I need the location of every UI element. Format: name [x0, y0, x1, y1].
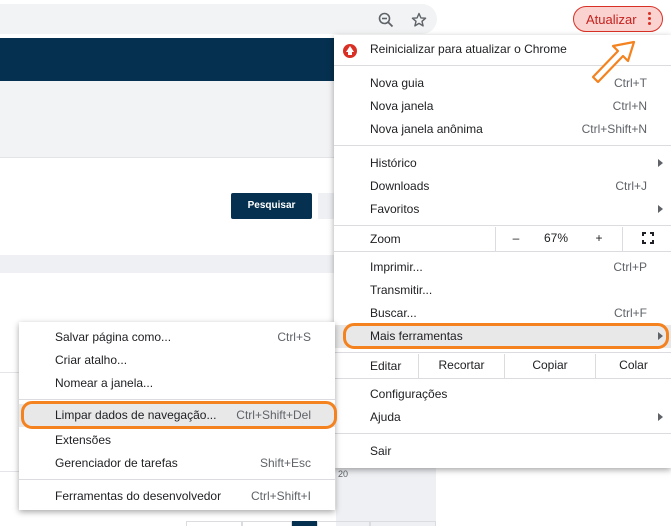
menu-item-save-page[interactable]: Salvar página como... Ctrl+S — [19, 326, 335, 349]
copy-button[interactable]: Copiar — [504, 354, 595, 378]
search-button[interactable]: Pesquisar — [231, 193, 312, 219]
page-list-lines — [0, 372, 20, 472]
menu-item-shortcut: Shift+Esc — [259, 456, 311, 470]
menu-item-shortcut: Ctrl+Shift+Del — [236, 408, 311, 422]
menu-item-new-window[interactable]: Nova janela Ctrl+N — [334, 95, 671, 118]
menu-item-label: Sair — [370, 444, 392, 458]
menu-item-shortcut: Ctrl+N — [612, 99, 647, 113]
menu-item-create-shortcut[interactable]: Criar atalho... — [19, 349, 335, 372]
menu-item-label: Downloads — [370, 179, 430, 193]
zoom-out-icon[interactable] — [378, 12, 394, 28]
update-arrow-icon — [343, 44, 357, 58]
menu-item-find[interactable]: Buscar... Ctrl+F — [334, 302, 671, 325]
menu-item-label: Nomear a janela... — [55, 376, 154, 390]
menu-item-shortcut: Ctrl+F — [614, 306, 647, 320]
menu-item-cast[interactable]: Transmitir... — [334, 279, 671, 302]
fullscreen-icon — [642, 232, 654, 244]
menu-item-developer-tools[interactable]: Ferramentas do desenvolvedor Ctrl+Shift+… — [19, 485, 335, 508]
submenu-arrow-icon — [658, 413, 663, 421]
menu-item-history[interactable]: Histórico — [334, 152, 671, 175]
menu-item-incognito[interactable]: Nova janela anônima Ctrl+Shift+N — [334, 118, 671, 141]
menu-item-shortcut: Ctrl+P — [613, 260, 647, 274]
pointer-arrow-icon — [591, 40, 636, 84]
menu-item-task-manager[interactable]: Gerenciador de tarefas Shift+Esc — [19, 452, 335, 475]
zoom-in-button[interactable]: + — [576, 227, 622, 251]
menu-item-shortcut: Ctrl+Shift+N — [581, 122, 647, 136]
menu-item-more-tools[interactable]: Mais ferramentas — [334, 325, 671, 348]
menu-item-label: Ferramentas do desenvolvedor — [55, 489, 222, 503]
menu-item-label: Extensões — [55, 433, 112, 447]
update-label: Atualizar — [586, 12, 637, 27]
pagination-fragment — [186, 521, 436, 526]
menu-row-edit: Editar Recortar Copiar Colar — [334, 354, 671, 378]
menu-item-help[interactable]: Ajuda — [334, 406, 671, 429]
menu-item-label: Favoritos — [370, 202, 420, 216]
paste-button[interactable]: Colar — [595, 354, 671, 378]
page-section-band — [0, 255, 336, 273]
menu-item-shortcut: Ctrl+Shift+I — [250, 489, 311, 503]
pagination-box-active[interactable] — [292, 521, 317, 526]
zoom-level: 67% — [543, 231, 569, 245]
menu-item-label: Nova janela — [370, 99, 434, 113]
menu-item-label: Configurações — [370, 387, 448, 401]
menu-item-label: Limpar dados de navegação... — [55, 408, 217, 422]
zoom-controls: – 67% + — [495, 227, 671, 251]
menu-item-shortcut: Ctrl+S — [277, 330, 311, 344]
page-lower-panel — [336, 460, 436, 526]
submenu-arrow-icon — [658, 159, 663, 167]
menu-item-settings[interactable]: Configurações — [334, 383, 671, 406]
menu-item-exit[interactable]: Sair — [334, 440, 671, 463]
menu-item-shortcut: Ctrl+J — [615, 179, 647, 193]
menu-item-label: Nova guia — [370, 76, 425, 90]
menu-item-label: Mais ferramentas — [370, 329, 463, 343]
pagination-box[interactable] — [186, 521, 242, 526]
menu-item-downloads[interactable]: Downloads Ctrl+J — [334, 175, 671, 198]
pagination-box[interactable] — [370, 521, 436, 526]
fullscreen-button[interactable] — [622, 227, 671, 251]
page-divider — [0, 157, 336, 158]
update-button[interactable]: Atualizar — [573, 6, 663, 32]
pagination-box[interactable] — [242, 521, 292, 526]
menu-item-label: Ajuda — [370, 410, 401, 424]
menu-item-extensions[interactable]: Extensões — [19, 429, 335, 452]
submenu-arrow-icon — [658, 205, 663, 213]
submenu-arrow-icon — [658, 332, 663, 340]
page-banner — [0, 81, 336, 157]
page-navbar — [0, 38, 336, 81]
menu-item-label: Editar — [370, 359, 402, 373]
menu-item-label: Reinicializar para atualizar o Chrome — [370, 42, 567, 56]
star-icon[interactable] — [411, 12, 427, 28]
cut-button[interactable]: Recortar — [418, 354, 504, 378]
chrome-main-menu: Reinicializar para atualizar o Chrome No… — [334, 35, 671, 468]
menu-item-bookmarks[interactable]: Favoritos — [334, 198, 671, 221]
menu-item-label: Zoom — [370, 232, 401, 246]
page-fragment-text: 20 — [338, 469, 349, 479]
menu-item-label: Gerenciador de tarefas — [55, 456, 178, 470]
zoom-out-button[interactable]: – — [496, 227, 536, 251]
menu-item-label: Nova janela anônima — [370, 122, 483, 136]
menu-item-label: Histórico — [370, 156, 417, 170]
menu-item-clear-browsing-data[interactable]: Limpar dados de navegação... Ctrl+Shift+… — [19, 404, 335, 427]
menu-item-label: Transmitir... — [370, 283, 433, 297]
more-tools-submenu: Salvar página como... Ctrl+S Criar atalh… — [19, 322, 335, 510]
browser-toolbar: Atualizar — [0, 0, 671, 38]
menu-item-label: Criar atalho... — [55, 353, 128, 367]
menu-item-label: Buscar... — [370, 306, 417, 320]
pagination-box[interactable] — [317, 521, 370, 526]
menu-item-label: Imprimir... — [370, 260, 423, 274]
menu-item-name-window[interactable]: Nomear a janela... — [19, 372, 335, 395]
address-bar[interactable] — [0, 4, 437, 34]
kebab-menu-icon[interactable] — [646, 12, 652, 28]
menu-row-zoom: Zoom – 67% + — [334, 227, 671, 251]
menu-item-print[interactable]: Imprimir... Ctrl+P — [334, 256, 671, 279]
menu-item-label: Salvar página como... — [55, 330, 172, 344]
